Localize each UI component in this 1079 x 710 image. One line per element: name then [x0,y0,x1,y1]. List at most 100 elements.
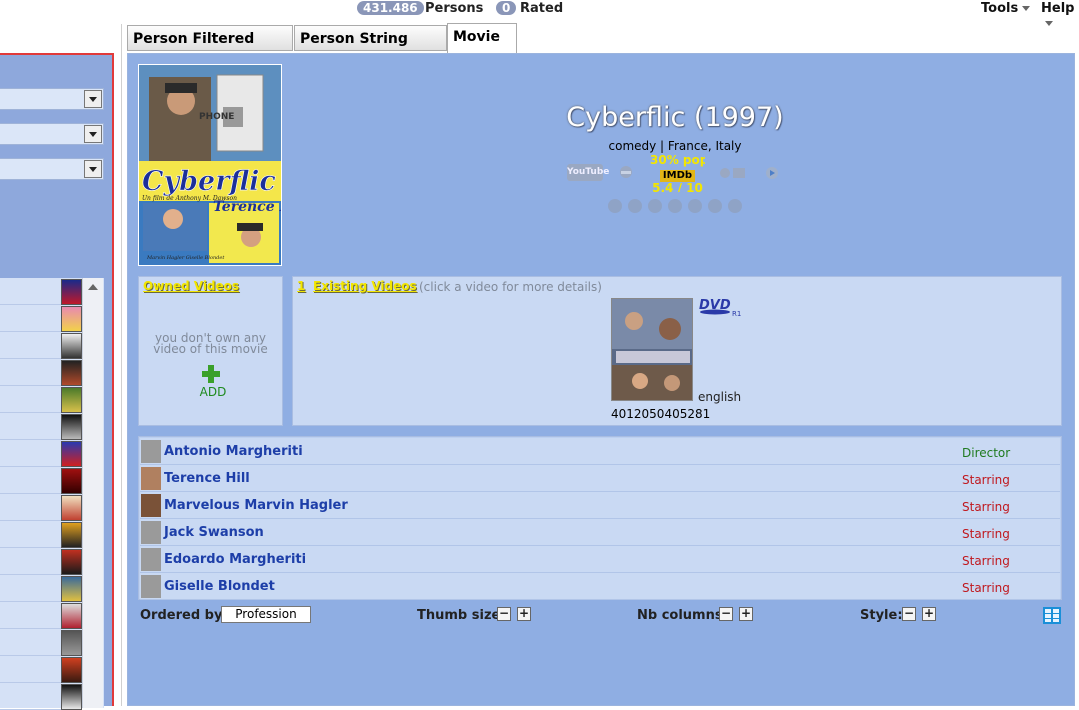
cast-name-link[interactable]: Edoardo Margheriti [164,552,306,567]
list-item[interactable] [0,548,82,575]
play-icon[interactable] [765,166,779,180]
list-item[interactable] [0,467,82,494]
movie-genre-country: comedy | France, Italy [608,139,742,153]
add-video-link[interactable]: ADD [193,385,233,399]
rating-smiley-4-icon[interactable] [668,199,682,213]
help-menu[interactable]: Help [1041,1,1079,31]
list-item[interactable] [0,359,82,386]
tab-person-string-search[interactable]: Person String Search [294,25,447,73]
list-item[interactable] [0,413,82,440]
movie-thumbnail[interactable] [61,522,82,548]
movie-thumbnail[interactable] [61,576,82,602]
filter-dropdown-2[interactable] [0,123,104,145]
cast-role: Starring [962,500,1010,514]
list-item[interactable] [0,440,82,467]
columns-increase-button[interactable]: + [739,607,753,621]
rating-smiley-3-icon[interactable] [648,199,662,213]
list-item[interactable] [0,332,82,359]
person-silhouette-icon [141,440,161,463]
existing-videos-title: Existing Videos [313,279,417,293]
poster-image: PHONE Cyberflic Un film de Anthony M. Da… [139,65,281,265]
table-row[interactable]: Terence Hill Starring [140,465,1060,492]
list-item[interactable] [0,305,82,332]
movie-thumbnail[interactable] [61,333,82,359]
cast-role: Director [962,446,1011,460]
imdb-popularity: 30% pop [650,154,705,167]
movie-thumbnail[interactable] [61,414,82,440]
add-plus-icon[interactable] [200,363,222,385]
search-web-icon[interactable] [617,164,635,180]
rating-smiley-5-icon[interactable] [688,199,702,213]
movie-thumbnail[interactable] [61,360,82,386]
columns-label: Nb columns: [637,608,728,623]
style-label: Style: [860,608,903,623]
list-item[interactable] [0,629,82,656]
imdb-badge[interactable]: 30% pop IMDb 5.4 / 10 [650,154,705,192]
list-item[interactable] [0,386,82,413]
list-item[interactable] [0,494,82,521]
movie-thumbnail[interactable] [61,468,82,494]
list-item[interactable] [0,602,82,629]
dvd-cover[interactable] [611,298,693,401]
cast-name-link[interactable]: Giselle Blondet [164,579,275,594]
list-scrollbar[interactable] [82,278,103,708]
scroll-up-icon[interactable] [88,284,98,290]
imdb-rating: 5.4 / 10 [652,181,703,193]
movie-thumbnail[interactable] [61,603,82,629]
movie-thumbnail[interactable] [61,684,82,710]
movie-thumbnail[interactable] [61,279,82,305]
movie-thumbnail[interactable] [61,306,82,332]
cast-name-link[interactable]: Jack Swanson [164,525,264,540]
list-item[interactable] [0,278,82,305]
movie-thumbnail[interactable] [61,549,82,575]
dropdown-arrow-icon[interactable] [84,160,102,178]
rating-smiley-2-icon[interactable] [628,199,642,213]
filter-dropdown-3[interactable] [0,158,104,180]
table-row[interactable]: Antonio Margheriti Director [140,438,1060,465]
table-row[interactable]: Jack Swanson Starring [140,519,1060,546]
table-row[interactable]: Marvelous Marvin Hagler Starring [140,492,1060,519]
person-silhouette-icon [141,575,161,598]
video-language: english [698,390,742,404]
film-reel-icon[interactable] [718,166,748,180]
movie-thumbnail[interactable] [61,441,82,467]
cast-name-link[interactable]: Terence Hill [164,471,250,486]
table-row[interactable]: Edoardo Margheriti Starring [140,546,1060,573]
rating-smiley-1-icon[interactable] [608,199,622,213]
person-silhouette-icon [141,521,161,544]
cast-name-link[interactable]: Antonio Margheriti [164,444,303,459]
cast-role: Starring [962,554,1010,568]
filter-dropdown-1[interactable] [0,88,104,110]
dropdown-arrow-icon[interactable] [84,90,102,108]
table-row[interactable]: Giselle Blondet Starring [140,573,1060,600]
columns-decrease-button[interactable]: − [719,607,733,621]
top-bar: 431.486 Persons 0 Rated Tools Help [0,0,1079,26]
dropdown-arrow-icon[interactable] [84,125,102,143]
grid-view-icon[interactable] [1043,607,1061,624]
existing-videos-hint: (click a video for more details) [419,280,602,294]
tab-person-filtered-search[interactable]: Person Filtered Search [127,25,293,73]
list-item[interactable] [0,521,82,548]
style-increase-button[interactable]: + [922,607,936,621]
help-menu-label: Help [1041,1,1075,16]
movie-thumbnail[interactable] [61,387,82,413]
tools-menu-label: Tools [981,1,1019,16]
rating-smiley-7-icon[interactable] [728,199,742,213]
movie-thumbnail[interactable] [61,495,82,521]
movie-thumbnail[interactable] [61,657,82,683]
poster-title-text: Cyberflic [142,166,276,197]
tools-menu[interactable]: Tools [981,1,1031,16]
movie-poster[interactable]: PHONE Cyberflic Un film de Anthony M. Da… [138,64,282,266]
youtube-icon[interactable]: YouTube [567,164,609,181]
thumb-size-increase-button[interactable]: + [517,607,531,621]
rating-smiley-6-icon[interactable] [708,199,722,213]
style-decrease-button[interactable]: − [902,607,916,621]
cast-role: Starring [962,581,1010,595]
thumb-size-decrease-button[interactable]: − [497,607,511,621]
movie-thumbnail[interactable] [61,630,82,656]
cast-name-link[interactable]: Marvelous Marvin Hagler [164,498,348,513]
ordered-by-select[interactable]: Profession [221,606,311,623]
list-item[interactable] [0,656,82,683]
list-item[interactable] [0,575,82,602]
tab-movie[interactable]: Movie [447,23,517,53]
